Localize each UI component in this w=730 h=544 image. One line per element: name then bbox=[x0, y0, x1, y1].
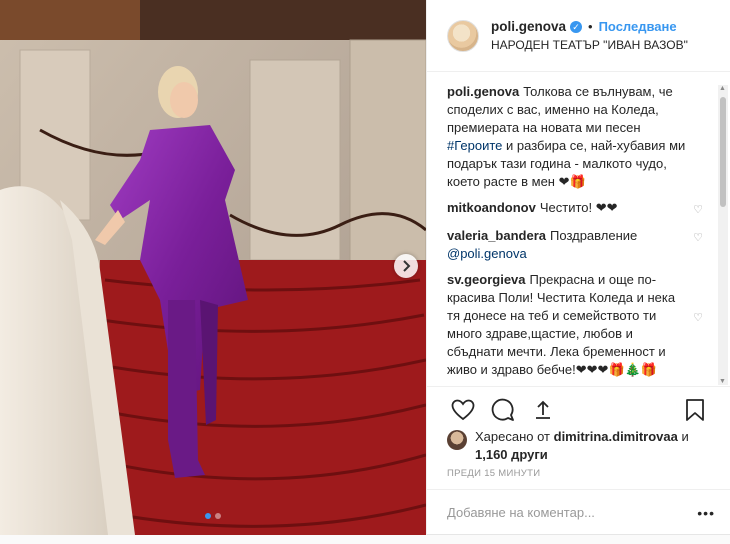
post-header: poli.genova ✓ • Последване НАРОДЕН ТЕАТЪ… bbox=[427, 0, 730, 72]
carousel-dot-1 bbox=[205, 513, 211, 519]
comment-button[interactable] bbox=[483, 390, 523, 430]
comment-text: Поздравление bbox=[550, 228, 638, 243]
liker-avatar[interactable] bbox=[447, 430, 467, 450]
comment-username[interactable]: mitkoandonov bbox=[447, 200, 536, 215]
share-icon bbox=[536, 400, 550, 419]
post-photo[interactable] bbox=[0, 0, 426, 535]
comment-text: Прекрасна и още по-красива Поли! Честита… bbox=[447, 272, 676, 377]
scroll-down-icon[interactable]: ▼ bbox=[719, 378, 726, 385]
author-username[interactable]: poli.genova bbox=[491, 18, 566, 36]
hashtag-link[interactable]: #Героите bbox=[447, 138, 502, 153]
comment-like-heart-icon[interactable]: ♡ bbox=[691, 229, 705, 263]
comments-scrollbar[interactable]: ▲ ▼ bbox=[718, 85, 728, 385]
post-sidebar: poli.genova ✓ • Последване НАРОДЕН ТЕАТЪ… bbox=[426, 0, 730, 535]
post-timestamp[interactable]: ПРЕДИ 15 МИНУТИ bbox=[447, 468, 540, 479]
comment-body: valeria_bandera Поздравление @poli.genova bbox=[447, 227, 677, 263]
liker-username[interactable]: dimitrina.dimitrovaa bbox=[554, 429, 678, 444]
action-bar bbox=[427, 386, 730, 432]
comment-username[interactable]: valeria_bandera bbox=[447, 228, 546, 243]
header-separator: • bbox=[588, 18, 593, 34]
likes-prefix: Харесано от bbox=[475, 429, 554, 444]
comment-text: Честито! ❤❤ bbox=[539, 200, 618, 215]
comment-item: sv.georgieva Прекрасна и още по-красива П… bbox=[447, 271, 705, 379]
carousel-indicator bbox=[0, 513, 426, 519]
comments-list[interactable]: poli.genova Толкова се вълнувам, че споде… bbox=[427, 73, 730, 386]
share-button[interactable] bbox=[523, 390, 563, 430]
bookmark-icon bbox=[686, 398, 704, 421]
caption-username[interactable]: poli.genova bbox=[447, 84, 519, 99]
carousel-dot-2 bbox=[215, 513, 221, 519]
verified-badge-icon: ✓ bbox=[570, 20, 583, 33]
header-user-row: poli.genova ✓ • Последване bbox=[491, 18, 688, 36]
header-text: poli.genova ✓ • Последване НАРОДЕН ТЕАТЪ… bbox=[491, 18, 688, 54]
likes-text: Харесано от dimitrina.dimitrovaa и 1,160… bbox=[475, 428, 717, 464]
scrollbar-thumb[interactable] bbox=[720, 97, 726, 207]
likes-summary: Харесано от dimitrina.dimitrovaa и 1,160… bbox=[447, 428, 717, 464]
location-link[interactable]: НАРОДЕН ТЕАТЪР "ИВАН ВАЗОВ" bbox=[491, 36, 688, 54]
comment-body: mitkoandonov Честито! ❤❤ bbox=[447, 199, 677, 219]
comment-username[interactable]: sv.georgieva bbox=[447, 272, 526, 287]
comment-item: valeria_bandera Поздравление @poli.genova … bbox=[447, 227, 705, 263]
like-button[interactable] bbox=[443, 390, 483, 430]
carousel-next-button[interactable] bbox=[394, 254, 418, 278]
scroll-up-icon[interactable]: ▲ bbox=[719, 85, 726, 92]
comment-item: mitkoandonov Честито! ❤❤ ♡ bbox=[447, 199, 705, 219]
mention-link[interactable]: @poli.genova bbox=[447, 246, 527, 261]
add-comment-bar: ••• bbox=[427, 489, 730, 535]
more-options-button[interactable]: ••• bbox=[697, 505, 715, 521]
caption-body: poli.genova Толкова се вълнувам, че споде… bbox=[447, 83, 697, 191]
caption: poli.genova Толкова се вълнувам, че споде… bbox=[447, 83, 705, 191]
comment-like-heart-icon[interactable]: ♡ bbox=[691, 201, 705, 219]
heart-icon bbox=[451, 399, 475, 420]
comment-like-heart-icon[interactable]: ♡ bbox=[691, 309, 705, 379]
photo-image bbox=[0, 0, 426, 535]
follow-button[interactable]: Последване bbox=[599, 18, 677, 36]
avatar[interactable] bbox=[447, 19, 479, 52]
likes-middle: и bbox=[677, 429, 689, 444]
instagram-post: poli.genova ✓ • Последване НАРОДЕН ТЕАТЪ… bbox=[0, 0, 730, 535]
comment-icon bbox=[491, 398, 514, 421]
chevron-right-icon bbox=[403, 260, 411, 272]
save-button[interactable] bbox=[675, 390, 715, 430]
likes-others-link[interactable]: 1,160 други bbox=[475, 447, 548, 462]
comment-input[interactable] bbox=[447, 505, 698, 520]
comment-body: sv.georgieva Прекрасна и още по-красива П… bbox=[447, 271, 677, 379]
